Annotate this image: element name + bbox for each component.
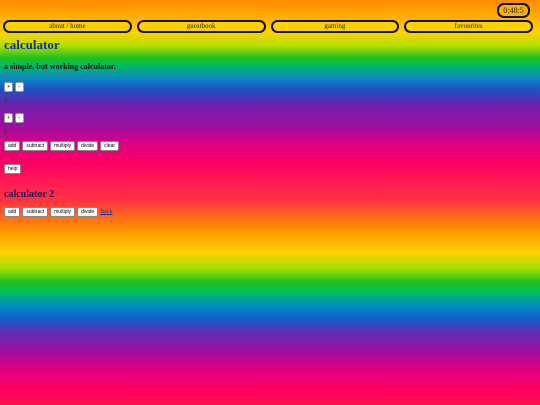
nav-about-home[interactable]: about / home	[3, 20, 132, 33]
back-link[interactable]: Back	[100, 209, 112, 215]
calc2-subtract-button[interactable]: subtract	[22, 207, 49, 217]
add-button[interactable]: add	[4, 141, 21, 151]
num1-value: 0	[4, 97, 8, 105]
clear-button[interactable]: clear	[100, 141, 120, 151]
main-content: calculator a simple, but working calcula…	[4, 37, 534, 217]
num2-decrement-button[interactable]: −	[14, 113, 24, 123]
divide-button[interactable]: divide	[77, 141, 99, 151]
calc2-divide-button[interactable]: divide	[77, 207, 99, 217]
num1-decrement-button[interactable]: −	[14, 82, 24, 92]
subtract-button[interactable]: subtract	[22, 141, 49, 151]
num2-controls: + −	[4, 113, 534, 123]
clock-display: 0:48:5	[497, 3, 530, 18]
calculator-2-title: calculator 2	[4, 189, 55, 200]
nav-bar: about / home guestbook gaming favourites	[3, 20, 533, 33]
num2-value: 0	[4, 128, 8, 136]
nav-gaming[interactable]: gaming	[270, 20, 400, 33]
nav-guestbook[interactable]: guestbook	[136, 20, 266, 33]
calc2-operations: add subtract multiply divide Back	[4, 207, 534, 217]
calculator-title: calculator	[4, 37, 60, 52]
help-button[interactable]: help	[4, 164, 22, 174]
calculator-subtitle: a simple, but working calculator.	[4, 62, 116, 71]
nav-favourites[interactable]: favourites	[404, 20, 533, 33]
multiply-button[interactable]: multiply	[50, 141, 76, 151]
num1-controls: + −	[4, 82, 534, 92]
calc2-add-button[interactable]: add	[4, 207, 21, 217]
calc1-operations: add subtract multiply divide clear	[4, 141, 534, 151]
calc2-multiply-button[interactable]: multiply	[50, 207, 76, 217]
num1-increment-button[interactable]: +	[4, 82, 13, 92]
num2-increment-button[interactable]: +	[4, 113, 13, 123]
